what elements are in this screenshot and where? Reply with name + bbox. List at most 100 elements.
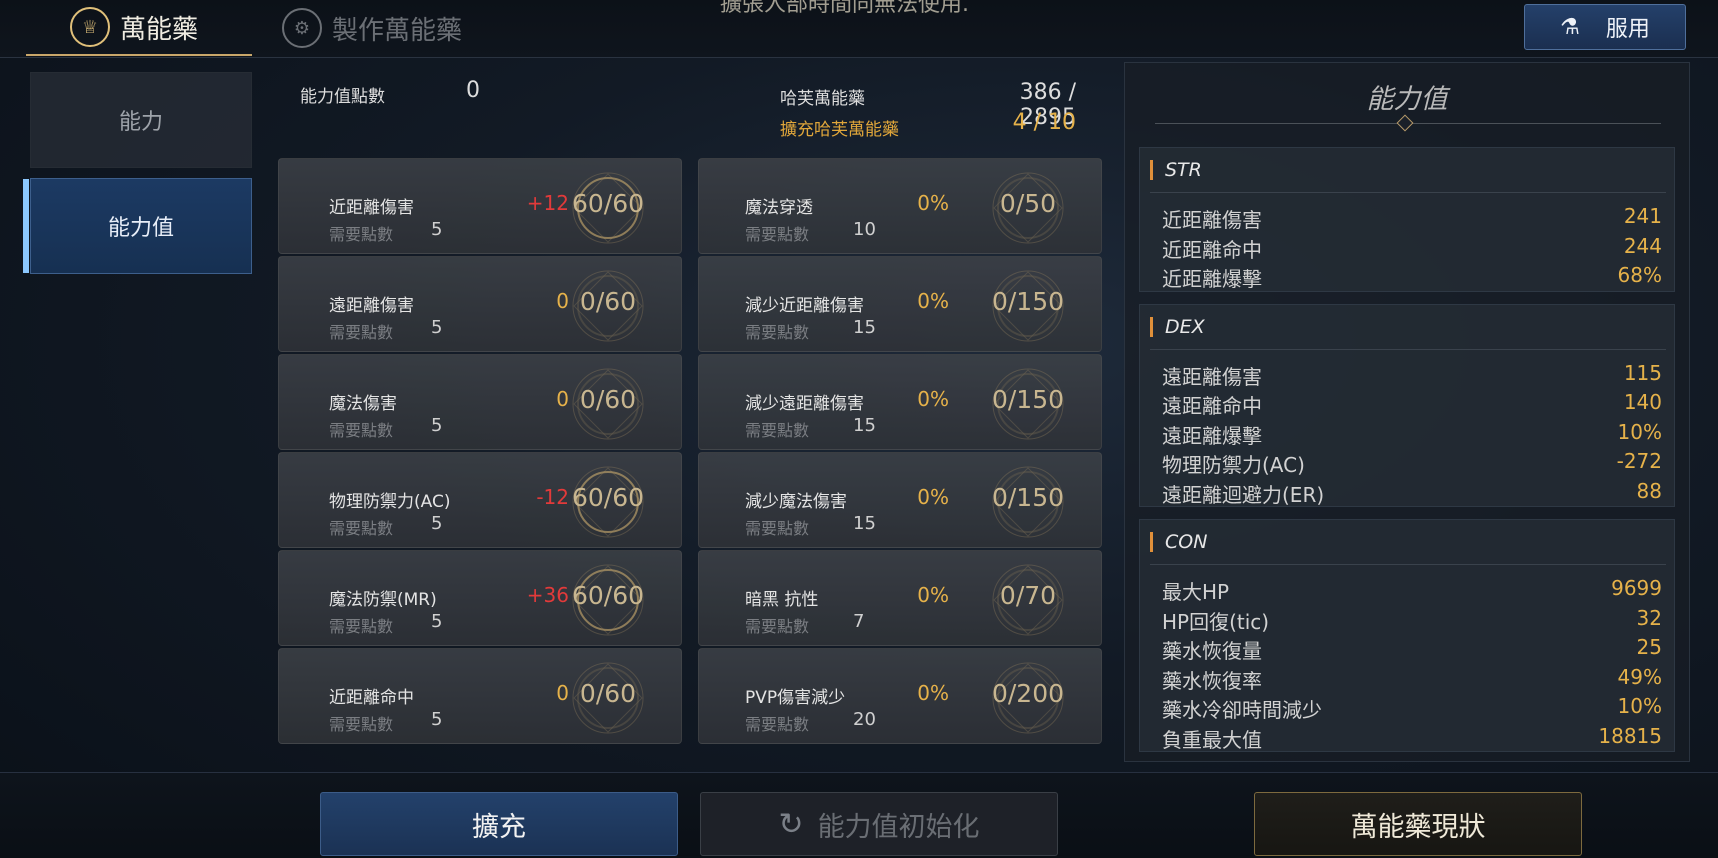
stat-group-title: DEX [1150, 316, 1205, 337]
stat-progress: 0/50 [999, 189, 1057, 218]
stat-row-label: 遠距離傷害 [1162, 364, 1262, 389]
tab-elixir-label: 萬能藥 [120, 14, 199, 45]
required-points-value: 15 [853, 513, 876, 534]
stat-row-label: 藥水冷卻時間減少 [1162, 698, 1322, 722]
stat-name: 魔法穿透 [745, 198, 813, 218]
stat-name: 減少近距離傷害 [745, 296, 864, 316]
stat-row: 藥水冷卻時間減少 10% [1162, 694, 1662, 722]
side-item-stats[interactable]: 能力值 [23, 178, 252, 274]
stat-card-grid: 近距離傷害 需要點數 5 +12 60/60 遠距離傷害 需要點數 5 0 0/60 魔法傷害 需要點… [276, 156, 1102, 772]
stat-row-value: 10% [1617, 419, 1662, 444]
stat-card[interactable]: 減少魔法傷害 需要點數 15 0% 0/150 [698, 452, 1102, 548]
stat-name: 魔法防禦(MR) [329, 590, 437, 610]
group-divider [1150, 192, 1666, 193]
required-points-label: 需要點數 [329, 715, 394, 734]
stat-progress: 0/60 [579, 385, 637, 414]
stat-row-label: 藥水恢復量 [1162, 639, 1262, 663]
stat-progress: 0/200 [991, 679, 1065, 708]
required-points-label: 需要點數 [745, 323, 810, 342]
elixir-status-button[interactable]: 萬能藥現狀 [1254, 792, 1582, 856]
reset-stats-button[interactable]: ↻ 能力值初始化 [700, 792, 1058, 856]
stat-progress: 0/60 [579, 287, 637, 316]
stat-row-label: 遠距離命中 [1162, 394, 1262, 418]
stat-row-value: 25 [1636, 635, 1662, 659]
required-points-value: 5 [431, 513, 443, 534]
stat-card[interactable]: 遠距離傷害 需要點數 5 0 0/60 [278, 256, 682, 352]
required-points-label: 需要點數 [745, 617, 810, 636]
stat-name: 魔法傷害 [329, 394, 397, 414]
stat-card[interactable]: 減少遠距離傷害 需要點數 15 0% 0/150 [698, 354, 1102, 450]
stat-row-label: HP回復(tic) [1162, 609, 1270, 634]
ability-points: 能力值點數 0 [300, 78, 480, 107]
stat-row-value: 241 [1623, 204, 1662, 228]
required-points-value: 5 [431, 709, 443, 730]
ability-points-label: 能力值點數 [300, 87, 385, 107]
stat-row-value: 115 [1623, 360, 1662, 385]
stat-group-title: STR [1150, 160, 1202, 180]
stat-row-value: 49% [1617, 664, 1662, 689]
stat-card[interactable]: 近距離命中 需要點數 5 0 0/60 [278, 648, 682, 744]
active-indicator [23, 179, 29, 273]
stat-card[interactable]: 近距離傷害 需要點數 5 +12 60/60 [278, 158, 682, 254]
stat-name: 近距離命中 [329, 688, 414, 708]
stat-row: 最大HP 9699 [1162, 576, 1662, 604]
stat-row: 遠距離命中 140 [1162, 390, 1662, 418]
stat-row: 藥水恢復率 49% [1162, 665, 1662, 693]
stat-card[interactable]: 減少近距離傷害 需要點數 15 0% 0/150 [698, 256, 1102, 352]
stat-card[interactable]: PVP傷害減少 需要點數 20 0% 0/200 [698, 648, 1102, 744]
stats-panel-title: 能力值 [1366, 84, 1448, 115]
group-divider [1150, 348, 1666, 350]
stat-row-label: 遠距離爆擊 [1162, 423, 1262, 448]
required-points-value: 5 [431, 317, 443, 338]
stat-row-label: 遠距離迴避力(ER) [1162, 482, 1325, 507]
stat-group-dex: DEX 遠距離傷害 115 遠距離命中 140 遠距離爆擊 10% 物理防禦力(AC) -272… [1139, 303, 1675, 507]
stat-row: 負重最大值 18815 [1162, 724, 1662, 752]
stat-row: 近距離傷害 241 [1162, 204, 1662, 232]
stat-row: 遠距離爆擊 10% [1162, 420, 1662, 448]
group-divider [1150, 564, 1666, 565]
required-points-label: 需要點數 [329, 225, 394, 244]
expand-button[interactable]: 擴充 [320, 792, 678, 856]
stat-card[interactable]: 魔法穿透 需要點數 10 0% 0/50 [698, 158, 1102, 254]
expand-button-label: 擴充 [472, 811, 526, 843]
stat-row-value: 68% [1617, 263, 1662, 287]
stat-progress: 0/60 [579, 679, 637, 708]
stat-progress: 60/60 [571, 483, 645, 512]
use-button[interactable]: ⚗ 服用 [1524, 4, 1686, 50]
stat-row-value: 18815 [1598, 723, 1662, 748]
stat-bonus: 0% [917, 191, 949, 215]
stat-row-label: 近距離命中 [1162, 237, 1262, 262]
side-item-stats-label: 能力值 [107, 216, 174, 241]
stat-bonus: 0% [917, 583, 949, 607]
stat-card[interactable]: 暗黑 抗性 需要點數 7 0% 0/70 [698, 550, 1102, 646]
stat-progress: 0/150 [991, 483, 1065, 512]
title-ornament [1396, 114, 1414, 132]
stat-card[interactable]: 魔法傷害 需要點數 5 0 0/60 [278, 354, 682, 450]
stat-card[interactable]: 魔法防禦(MR) 需要點數 5 +36 60/60 [278, 550, 682, 646]
stat-row-label: 近距離傷害 [1162, 208, 1262, 232]
side-item-ability[interactable]: 能力 [30, 72, 252, 168]
expand-elixir-label: 擴充哈芙萬能藥 [780, 120, 899, 140]
stat-row: 藥水恢復量 25 [1162, 635, 1662, 663]
flask-icon: ⚗ [1560, 14, 1580, 40]
required-points-value: 5 [431, 611, 443, 632]
tab-craft-elixir[interactable]: ⚙ 製作萬能藥 [282, 0, 462, 56]
stat-name: 近距離傷害 [329, 198, 414, 218]
stat-group-title: CON [1150, 532, 1207, 552]
reset-icon: ↻ [778, 806, 804, 842]
stat-row-value: 10% [1617, 694, 1662, 718]
stat-row-value: 88 [1636, 478, 1662, 503]
stat-row-value: 244 [1623, 233, 1662, 258]
stat-row: 近距離命中 244 [1162, 234, 1662, 262]
tab-elixir[interactable]: ♕ 萬能藥 [26, 0, 252, 56]
stat-progress: 60/60 [571, 581, 645, 610]
side-item-ability-label: 能力 [118, 110, 163, 135]
stat-row-label: 最大HP [1162, 580, 1230, 604]
stat-row: HP回復(tic) 32 [1162, 606, 1662, 634]
stat-name: 暗黑 抗性 [745, 590, 819, 610]
required-points-value: 20 [853, 709, 876, 730]
stat-card[interactable]: 物理防禦力(AC) 需要點數 5 -12 60/60 [278, 452, 682, 548]
required-points-label: 需要點數 [745, 225, 810, 244]
stat-row: 遠距離傷害 115 [1162, 361, 1662, 389]
required-points-label: 需要點數 [329, 519, 394, 538]
